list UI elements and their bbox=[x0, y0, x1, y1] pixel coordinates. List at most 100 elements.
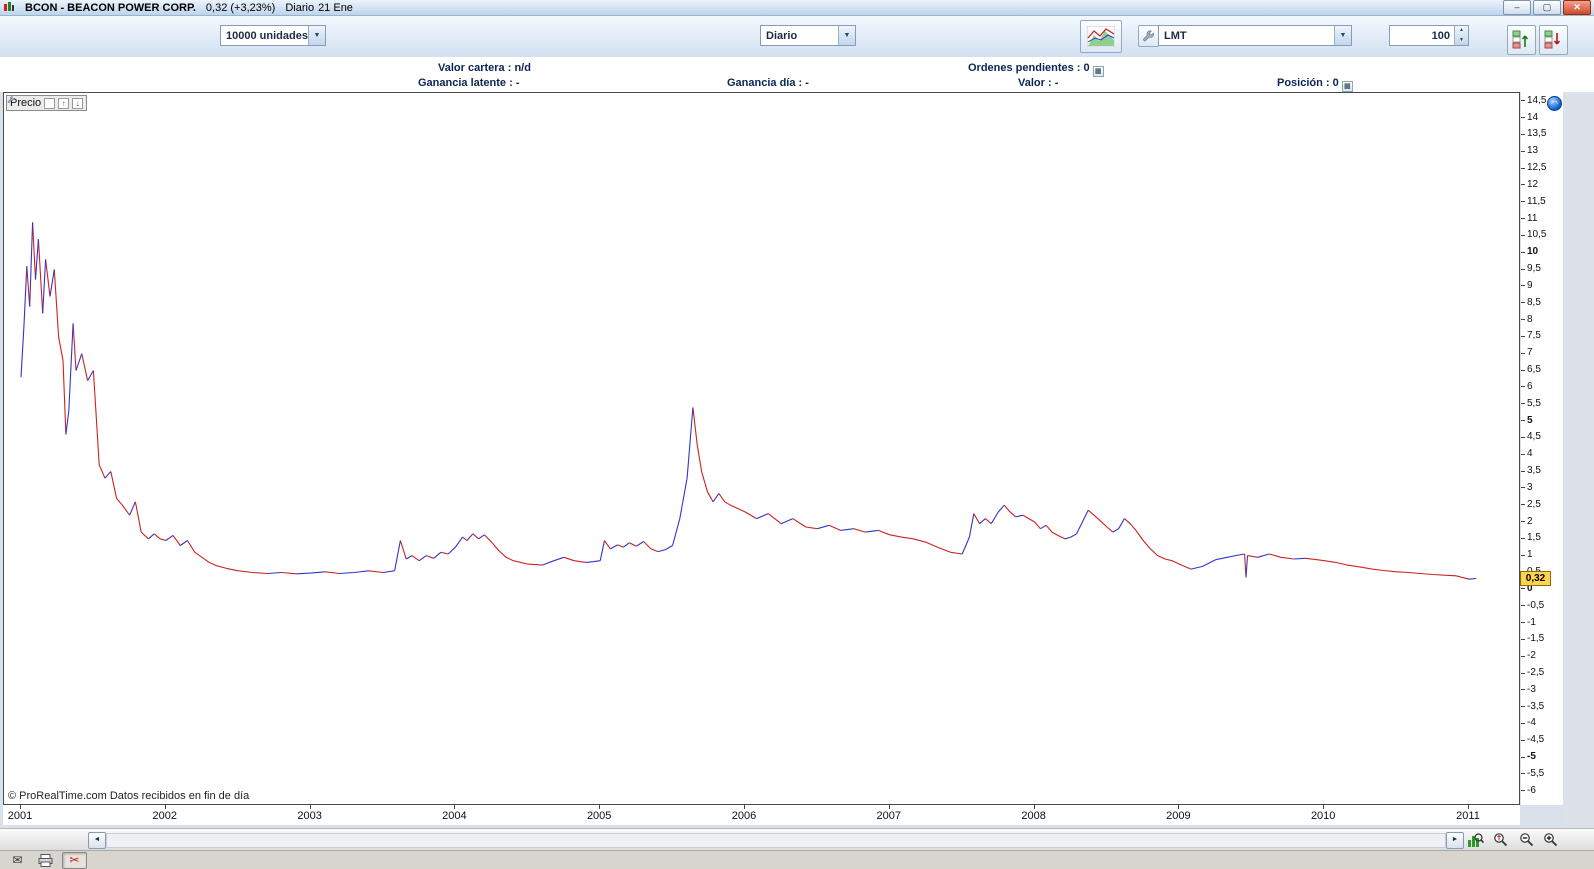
x-axis-label: 2001 bbox=[5, 810, 35, 822]
x-axis-tick bbox=[1178, 805, 1179, 809]
price-chart[interactable] bbox=[4, 93, 1519, 804]
portfolio-value-label: Valor cartera : bbox=[438, 62, 511, 74]
day-gain-amount: - bbox=[805, 77, 809, 89]
position-count: 0 bbox=[1333, 77, 1339, 89]
period-select-value: Diario bbox=[761, 30, 838, 42]
quantity-arrows[interactable]: ▲ ▼ bbox=[1454, 26, 1468, 45]
spin-down-icon[interactable]: ▼ bbox=[1455, 36, 1468, 46]
minimize-button[interactable]: – bbox=[1503, 0, 1531, 15]
precio-add-up-icon[interactable]: ↑ bbox=[58, 98, 69, 109]
y-axis-label: 3,5 bbox=[1527, 465, 1541, 476]
y-axis-tick bbox=[1521, 336, 1525, 337]
y-axis-tick bbox=[1521, 386, 1525, 387]
y-axis-label: 11,5 bbox=[1527, 196, 1546, 207]
y-axis-label: -3 bbox=[1527, 684, 1536, 695]
scroll-track[interactable] bbox=[106, 833, 1446, 848]
units-select[interactable]: 10000 unidades ▼ bbox=[220, 25, 326, 46]
y-axis-label: 9,5 bbox=[1527, 263, 1541, 274]
y-axis-label: -3,5 bbox=[1527, 701, 1544, 712]
y-axis-label: 14 bbox=[1527, 112, 1538, 123]
sell-order-button[interactable] bbox=[1539, 25, 1568, 55]
magnifier-arrows-icon bbox=[1493, 832, 1509, 848]
scroll-right-button[interactable]: ► bbox=[1446, 832, 1464, 849]
y-axis-label: 2 bbox=[1527, 516, 1533, 527]
x-axis-tick bbox=[1323, 805, 1324, 809]
y-axis-tick bbox=[1521, 100, 1525, 101]
y-axis-tick bbox=[1521, 403, 1525, 404]
portfolio-value-amount: n/d bbox=[514, 62, 531, 74]
y-axis-tick bbox=[1521, 353, 1525, 354]
maximize-button[interactable]: ▢ bbox=[1533, 0, 1561, 15]
x-axis: 2001200220032004200520062007200820092010… bbox=[3, 805, 1520, 825]
y-axis-label: 9 bbox=[1527, 280, 1533, 291]
y-axis-label: 7 bbox=[1527, 347, 1533, 358]
x-axis-tick bbox=[20, 805, 21, 809]
y-axis-label: 1 bbox=[1527, 549, 1533, 560]
chevron-down-icon: ▼ bbox=[838, 26, 855, 45]
day-gain: Ganancia día : - bbox=[727, 77, 809, 89]
x-axis-label: 2005 bbox=[584, 810, 614, 822]
y-axis-label: 3 bbox=[1527, 482, 1533, 493]
x-axis-label: 2002 bbox=[150, 810, 180, 822]
right-margin-strip bbox=[1563, 92, 1594, 825]
y-axis-label: 5,5 bbox=[1527, 398, 1541, 409]
print-icon[interactable] bbox=[34, 853, 57, 868]
order-type-select[interactable]: LMT ▼ bbox=[1158, 25, 1352, 46]
y-axis-tick bbox=[1521, 201, 1525, 202]
units-select-value: 10000 unidades bbox=[221, 30, 308, 42]
connection-cut-icon[interactable]: ✂ bbox=[62, 852, 87, 869]
x-axis-label: 2010 bbox=[1308, 810, 1338, 822]
period-select[interactable]: Diario ▼ bbox=[760, 25, 856, 46]
latent-gain-label: Ganancia latente : bbox=[418, 77, 513, 89]
mail-icon[interactable]: ✉ bbox=[6, 853, 29, 868]
precio-settings-icon[interactable] bbox=[44, 98, 55, 109]
zoom-in-button[interactable] bbox=[1540, 831, 1562, 849]
zoom-selection-button[interactable] bbox=[1490, 831, 1512, 849]
day-gain-label: Ganancia día : bbox=[727, 77, 802, 89]
y-axis-tick bbox=[1521, 790, 1525, 791]
price-line-down bbox=[27, 222, 1469, 579]
orders-detail-icon[interactable]: ▦ bbox=[1093, 66, 1104, 77]
y-axis-tick bbox=[1521, 639, 1525, 640]
y-axis-tick bbox=[1521, 420, 1525, 421]
y-axis-label: -4,5 bbox=[1527, 734, 1544, 745]
y-axis-label: -5,5 bbox=[1527, 768, 1544, 779]
position-detail-icon[interactable]: ▦ bbox=[1342, 81, 1353, 92]
order-type-value: LMT bbox=[1159, 30, 1334, 42]
chart-type-icon bbox=[1087, 26, 1115, 47]
buy-order-button[interactable] bbox=[1507, 25, 1536, 55]
zoom-out-button[interactable] bbox=[1516, 831, 1538, 849]
precio-add-down-icon[interactable]: ↓ bbox=[72, 98, 83, 109]
quantity-value: 100 bbox=[1390, 30, 1454, 42]
quantity-stepper[interactable]: 100 ▲ ▼ bbox=[1389, 25, 1469, 46]
chevron-down-icon: ▼ bbox=[308, 26, 325, 45]
y-axis-tick bbox=[1521, 673, 1525, 674]
chart-type-button[interactable] bbox=[1080, 20, 1122, 53]
settings-button[interactable] bbox=[1138, 25, 1159, 47]
x-axis-label: 2004 bbox=[439, 810, 469, 822]
scroll-left-button[interactable]: ◄ bbox=[88, 832, 106, 849]
y-axis-tick bbox=[1521, 117, 1525, 118]
y-axis-tick bbox=[1521, 302, 1525, 303]
spin-up-icon[interactable]: ▲ bbox=[1455, 26, 1468, 36]
auto-zoom-button[interactable] bbox=[1464, 831, 1486, 849]
y-axis-tick bbox=[1521, 538, 1525, 539]
price-chart-panel: Precio ↑ ↓ © ProRealTime.com Datos recib… bbox=[3, 92, 1520, 805]
pending-orders-label: Ordenes pendientes : bbox=[968, 62, 1080, 74]
pending-orders: Ordenes pendientes : 0▦ bbox=[968, 62, 1104, 77]
y-axis-tick bbox=[1521, 504, 1525, 505]
price-line-up bbox=[21, 222, 1476, 579]
close-button[interactable]: ✕ bbox=[1563, 0, 1591, 15]
portfolio-value: Valor cartera : n/d bbox=[438, 62, 531, 74]
y-axis-label: 2,5 bbox=[1527, 499, 1541, 510]
y-axis-label: -2,5 bbox=[1527, 667, 1544, 678]
y-axis-tick bbox=[1521, 235, 1525, 236]
y-axis-label: 6,5 bbox=[1527, 364, 1541, 375]
y-axis-tick bbox=[1521, 370, 1525, 371]
value-amount: - bbox=[1055, 77, 1059, 89]
y-axis-label: -1,5 bbox=[1527, 633, 1544, 644]
panel-header: Precio ↑ ↓ bbox=[6, 95, 87, 111]
x-axis-label: 2008 bbox=[1019, 810, 1049, 822]
realtime-status-icon[interactable]: ◠ bbox=[1547, 96, 1562, 111]
x-axis-tick bbox=[1034, 805, 1035, 809]
